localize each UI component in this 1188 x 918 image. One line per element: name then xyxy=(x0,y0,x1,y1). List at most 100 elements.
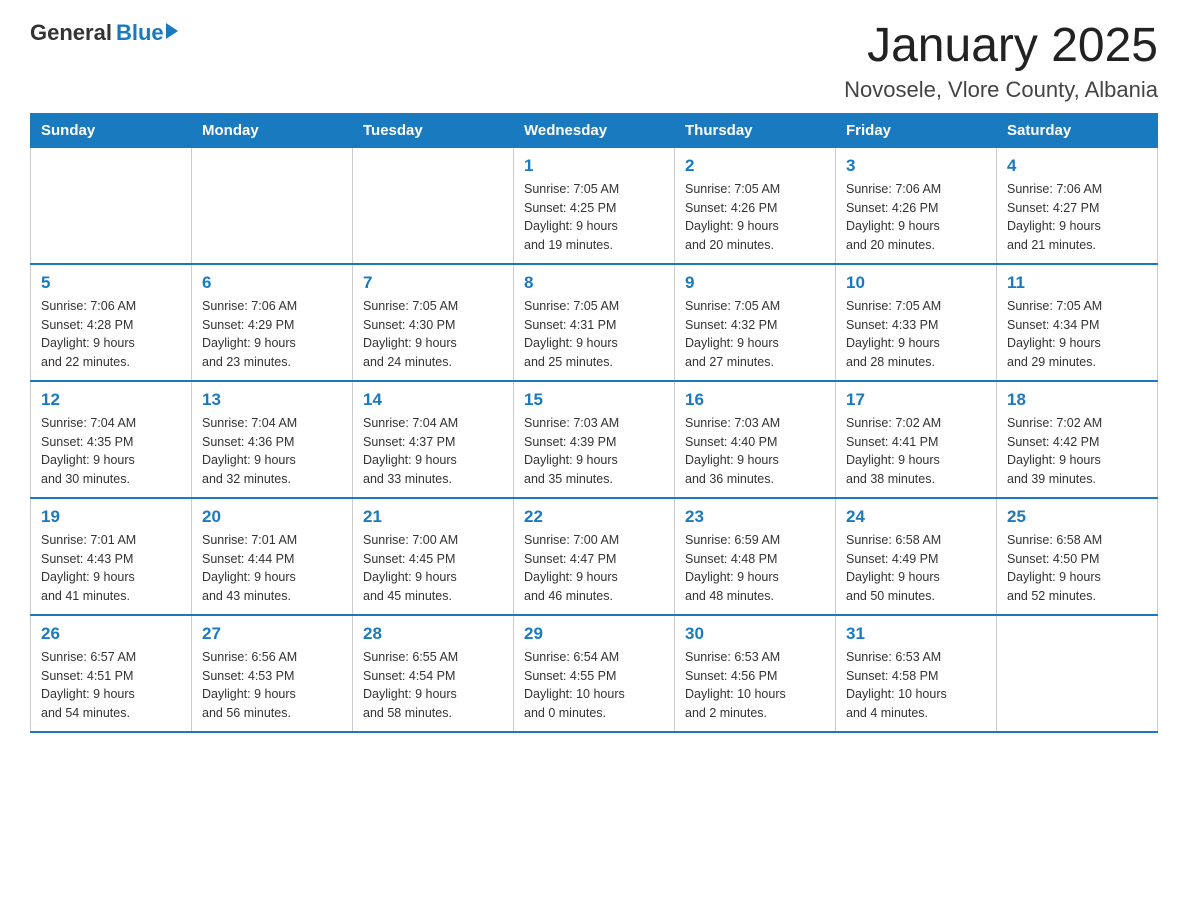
calendar-week-row: 5Sunrise: 7:06 AM Sunset: 4:28 PM Daylig… xyxy=(31,264,1158,381)
day-info: Sunrise: 7:06 AM Sunset: 4:27 PM Dayligh… xyxy=(1007,180,1147,255)
logo-blue-text: Blue xyxy=(116,20,164,46)
calendar-cell: 17Sunrise: 7:02 AM Sunset: 4:41 PM Dayli… xyxy=(836,381,997,498)
column-header-thursday: Thursday xyxy=(675,113,836,147)
day-number: 8 xyxy=(524,273,664,293)
column-header-sunday: Sunday xyxy=(31,113,192,147)
page-header: General Blue January 2025 Novosele, Vlor… xyxy=(30,20,1158,103)
day-number: 19 xyxy=(41,507,181,527)
day-number: 16 xyxy=(685,390,825,410)
day-number: 21 xyxy=(363,507,503,527)
day-info: Sunrise: 6:55 AM Sunset: 4:54 PM Dayligh… xyxy=(363,648,503,723)
calendar-cell: 27 Sunrise: 6:56 AM Sunset: 4:53 PM Dayli… xyxy=(192,615,353,732)
calendar-cell: 8 Sunrise: 7:05 AM Sunset: 4:31 PM Daylig… xyxy=(514,264,675,381)
day-info: Sunrise: 6:58 AM Sunset: 4:49 PM Dayligh… xyxy=(846,531,986,606)
column-header-friday: Friday xyxy=(836,113,997,147)
calendar-table: SundayMondayTuesdayWednesdayThursdayFrid… xyxy=(30,113,1158,733)
calendar-cell: 1 Sunrise: 7:05 AM Sunset: 4:25 PM Daylig… xyxy=(514,147,675,264)
day-number: 13 xyxy=(202,390,342,410)
day-number: 7 xyxy=(363,273,503,293)
calendar-cell: 12Sunrise: 7:04 AM Sunset: 4:35 PM Dayli… xyxy=(31,381,192,498)
day-number: 15 xyxy=(524,390,664,410)
calendar-cell: 18 Sunrise: 7:02 AM Sunset: 4:42 PM Dayli… xyxy=(997,381,1158,498)
calendar-week-row: 19 Sunrise: 7:01 AM Sunset: 4:43 PM Dayli… xyxy=(31,498,1158,615)
calendar-cell: 30 Sunrise: 6:53 AM Sunset: 4:56 PM Dayli… xyxy=(675,615,836,732)
calendar-cell: 19 Sunrise: 7:01 AM Sunset: 4:43 PM Dayli… xyxy=(31,498,192,615)
day-number: 27 xyxy=(202,624,342,644)
column-header-saturday: Saturday xyxy=(997,113,1158,147)
calendar-cell: 13 Sunrise: 7:04 AM Sunset: 4:36 PM Dayli… xyxy=(192,381,353,498)
calendar-cell: 25Sunrise: 6:58 AM Sunset: 4:50 PM Dayli… xyxy=(997,498,1158,615)
calendar-week-row: 26Sunrise: 6:57 AM Sunset: 4:51 PM Dayli… xyxy=(31,615,1158,732)
day-number: 11 xyxy=(1007,273,1147,293)
day-number: 6 xyxy=(202,273,342,293)
logo-general-text: General xyxy=(30,20,112,46)
day-number: 2 xyxy=(685,156,825,176)
calendar-cell: 6 Sunrise: 7:06 AM Sunset: 4:29 PM Daylig… xyxy=(192,264,353,381)
day-number: 14 xyxy=(363,390,503,410)
day-info: Sunrise: 7:05 AM Sunset: 4:26 PM Dayligh… xyxy=(685,180,825,255)
day-info: Sunrise: 7:05 AM Sunset: 4:32 PM Dayligh… xyxy=(685,297,825,372)
calendar-cell: 14Sunrise: 7:04 AM Sunset: 4:37 PM Dayli… xyxy=(353,381,514,498)
calendar-cell: 15 Sunrise: 7:03 AM Sunset: 4:39 PM Dayli… xyxy=(514,381,675,498)
day-number: 1 xyxy=(524,156,664,176)
day-info: Sunrise: 7:06 AM Sunset: 4:28 PM Dayligh… xyxy=(41,297,181,372)
day-info: Sunrise: 7:05 AM Sunset: 4:25 PM Dayligh… xyxy=(524,180,664,255)
day-number: 29 xyxy=(524,624,664,644)
day-info: Sunrise: 7:05 AM Sunset: 4:31 PM Dayligh… xyxy=(524,297,664,372)
calendar-cell xyxy=(192,147,353,264)
day-number: 30 xyxy=(685,624,825,644)
calendar-title: January 2025 xyxy=(844,20,1158,73)
calendar-cell: 10Sunrise: 7:05 AM Sunset: 4:33 PM Dayli… xyxy=(836,264,997,381)
day-info: Sunrise: 6:57 AM Sunset: 4:51 PM Dayligh… xyxy=(41,648,181,723)
column-header-tuesday: Tuesday xyxy=(353,113,514,147)
calendar-cell: 3Sunrise: 7:06 AM Sunset: 4:26 PM Daylig… xyxy=(836,147,997,264)
day-info: Sunrise: 7:02 AM Sunset: 4:42 PM Dayligh… xyxy=(1007,414,1147,489)
day-number: 31 xyxy=(846,624,986,644)
calendar-cell: 31Sunrise: 6:53 AM Sunset: 4:58 PM Dayli… xyxy=(836,615,997,732)
calendar-cell: 28 Sunrise: 6:55 AM Sunset: 4:54 PM Dayli… xyxy=(353,615,514,732)
day-info: Sunrise: 7:05 AM Sunset: 4:34 PM Dayligh… xyxy=(1007,297,1147,372)
day-info: Sunrise: 7:03 AM Sunset: 4:39 PM Dayligh… xyxy=(524,414,664,489)
logo: General Blue xyxy=(30,20,178,46)
calendar-cell: 26Sunrise: 6:57 AM Sunset: 4:51 PM Dayli… xyxy=(31,615,192,732)
day-info: Sunrise: 7:06 AM Sunset: 4:26 PM Dayligh… xyxy=(846,180,986,255)
day-number: 28 xyxy=(363,624,503,644)
calendar-header-row: SundayMondayTuesdayWednesdayThursdayFrid… xyxy=(31,113,1158,147)
calendar-cell: 24 Sunrise: 6:58 AM Sunset: 4:49 PM Dayli… xyxy=(836,498,997,615)
calendar-cell: 9 Sunrise: 7:05 AM Sunset: 4:32 PM Daylig… xyxy=(675,264,836,381)
calendar-cell: 29Sunrise: 6:54 AM Sunset: 4:55 PM Dayli… xyxy=(514,615,675,732)
day-info: Sunrise: 7:04 AM Sunset: 4:36 PM Dayligh… xyxy=(202,414,342,489)
day-info: Sunrise: 6:58 AM Sunset: 4:50 PM Dayligh… xyxy=(1007,531,1147,606)
day-number: 4 xyxy=(1007,156,1147,176)
calendar-cell xyxy=(997,615,1158,732)
column-header-monday: Monday xyxy=(192,113,353,147)
day-info: Sunrise: 7:00 AM Sunset: 4:45 PM Dayligh… xyxy=(363,531,503,606)
calendar-week-row: 12Sunrise: 7:04 AM Sunset: 4:35 PM Dayli… xyxy=(31,381,1158,498)
day-number: 22 xyxy=(524,507,664,527)
logo-arrow-icon xyxy=(166,23,178,39)
calendar-cell: 21 Sunrise: 7:00 AM Sunset: 4:45 PM Dayli… xyxy=(353,498,514,615)
day-number: 23 xyxy=(685,507,825,527)
day-info: Sunrise: 6:59 AM Sunset: 4:48 PM Dayligh… xyxy=(685,531,825,606)
calendar-cell: 7 Sunrise: 7:05 AM Sunset: 4:30 PM Daylig… xyxy=(353,264,514,381)
day-number: 24 xyxy=(846,507,986,527)
day-number: 12 xyxy=(41,390,181,410)
day-info: Sunrise: 7:06 AM Sunset: 4:29 PM Dayligh… xyxy=(202,297,342,372)
day-info: Sunrise: 7:01 AM Sunset: 4:44 PM Dayligh… xyxy=(202,531,342,606)
day-info: Sunrise: 7:05 AM Sunset: 4:30 PM Dayligh… xyxy=(363,297,503,372)
day-number: 9 xyxy=(685,273,825,293)
day-info: Sunrise: 6:56 AM Sunset: 4:53 PM Dayligh… xyxy=(202,648,342,723)
calendar-subtitle: Novosele, Vlore County, Albania xyxy=(844,77,1158,103)
calendar-week-row: 1 Sunrise: 7:05 AM Sunset: 4:25 PM Daylig… xyxy=(31,147,1158,264)
calendar-cell: 23 Sunrise: 6:59 AM Sunset: 4:48 PM Dayli… xyxy=(675,498,836,615)
calendar-cell xyxy=(353,147,514,264)
day-info: Sunrise: 7:01 AM Sunset: 4:43 PM Dayligh… xyxy=(41,531,181,606)
day-number: 18 xyxy=(1007,390,1147,410)
day-info: Sunrise: 6:53 AM Sunset: 4:56 PM Dayligh… xyxy=(685,648,825,723)
day-number: 20 xyxy=(202,507,342,527)
day-number: 17 xyxy=(846,390,986,410)
calendar-cell: 4 Sunrise: 7:06 AM Sunset: 4:27 PM Daylig… xyxy=(997,147,1158,264)
day-info: Sunrise: 7:03 AM Sunset: 4:40 PM Dayligh… xyxy=(685,414,825,489)
calendar-cell: 11 Sunrise: 7:05 AM Sunset: 4:34 PM Dayli… xyxy=(997,264,1158,381)
calendar-cell xyxy=(31,147,192,264)
